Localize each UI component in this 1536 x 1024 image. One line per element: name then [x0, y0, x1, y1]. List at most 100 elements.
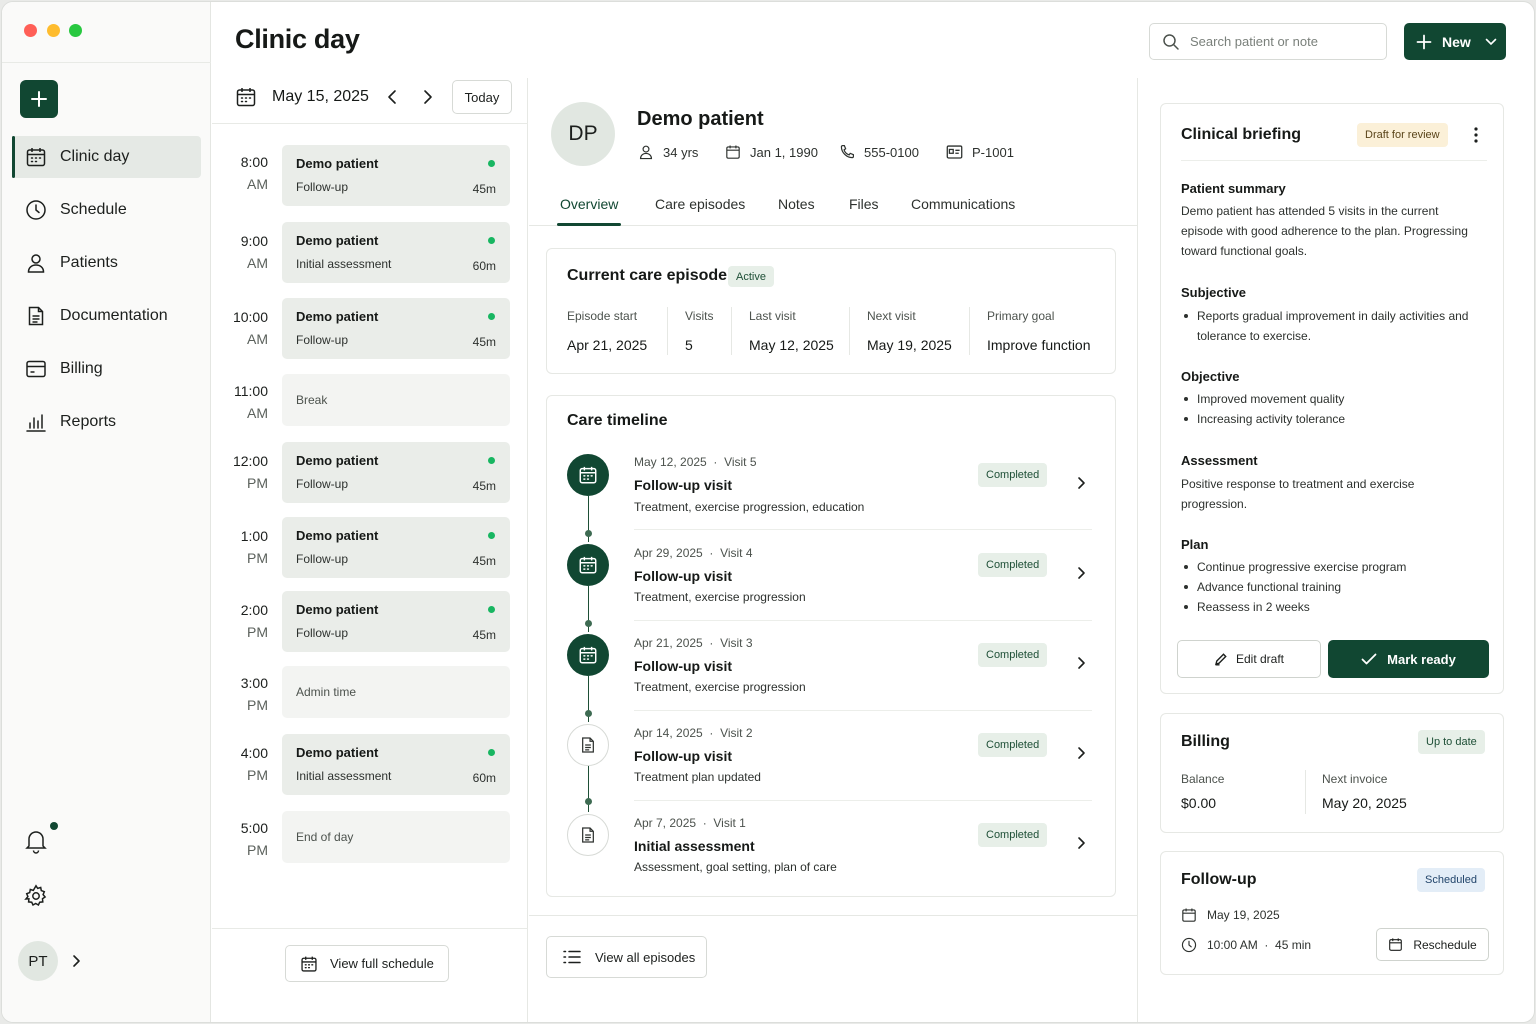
- tab-overview[interactable]: Overview: [560, 196, 618, 212]
- visit-number: Visit 5: [724, 455, 757, 469]
- chevron-right-icon[interactable]: [1075, 475, 1087, 491]
- age-value: 34 yrs: [663, 144, 699, 160]
- tab-files[interactable]: Files: [849, 196, 879, 212]
- status-badge: Draft for review: [1357, 123, 1448, 147]
- clock-icon: [24, 198, 48, 222]
- slot-time: 9:00 AM: [212, 230, 268, 274]
- slot-ampm: AM: [247, 255, 268, 271]
- slot-time: 3:00 PM: [212, 672, 268, 716]
- visit-number: Visit 1: [713, 816, 746, 830]
- field-label: Episode start: [567, 309, 638, 323]
- episode-start: Episode start Apr 21, 2025: [567, 309, 647, 353]
- user-initials: PT: [28, 952, 48, 970]
- chevron-right-icon[interactable]: [1075, 565, 1087, 581]
- gear-icon[interactable]: [24, 884, 48, 908]
- timeline-date: Apr 29, 2025 · Visit 4: [634, 546, 753, 560]
- window-maximize-dot[interactable]: [69, 24, 82, 37]
- timeline-node: [567, 724, 609, 766]
- end-of-day-block: End of day: [282, 811, 510, 863]
- view-full-schedule-button[interactable]: View full schedule: [285, 945, 449, 982]
- status-badge: Up to date: [1418, 730, 1485, 754]
- user-icon: [638, 144, 654, 160]
- bell-icon[interactable]: [24, 828, 48, 854]
- sidebar-item-patients[interactable]: Patients: [12, 242, 201, 284]
- mark-ready-button[interactable]: Mark ready: [1328, 640, 1489, 678]
- invoice-label: Next invoice: [1322, 772, 1388, 786]
- sidebar-item-reports[interactable]: Reports: [12, 401, 201, 443]
- briefing-title: Clinical briefing: [1181, 126, 1302, 143]
- slot-time: 10:00 AM: [212, 306, 268, 350]
- plan-list: Continue progressive exercise program Ad…: [1181, 557, 1481, 617]
- edit-draft-button[interactable]: Edit draft: [1177, 640, 1321, 678]
- appointment-card[interactable]: Demo patient Initial assessment 60m: [282, 734, 510, 795]
- tab-notes[interactable]: Notes: [778, 196, 815, 212]
- new-button[interactable]: New: [1404, 23, 1506, 60]
- avatar[interactable]: PT: [18, 941, 58, 981]
- sidebar-item-schedule[interactable]: Schedule: [12, 189, 201, 231]
- summary-heading: Patient summary: [1181, 181, 1286, 196]
- quick-add-button[interactable]: [20, 80, 58, 118]
- slot-hour: 12:00: [232, 453, 268, 469]
- sidebar-item-billing[interactable]: Billing: [12, 348, 201, 390]
- timeline-visit-title[interactable]: Follow-up visit: [634, 658, 732, 674]
- chevron-left-icon[interactable]: [385, 88, 401, 106]
- chevron-right-icon[interactable]: [1075, 835, 1087, 851]
- sidebar-item-clinic-day[interactable]: Clinic day: [12, 136, 201, 178]
- timeline-title: Care timeline: [567, 412, 668, 429]
- chevron-right-icon[interactable]: [419, 88, 435, 106]
- slot-time: 12:00 PM: [212, 450, 268, 494]
- window-minimize-dot[interactable]: [47, 24, 60, 37]
- view-all-episodes-button[interactable]: View all episodes: [546, 936, 707, 978]
- calendar-icon: [24, 145, 48, 169]
- appointment-card[interactable]: Demo patient Follow-up 45m: [282, 591, 510, 652]
- sidebar-item-label: Documentation: [60, 307, 168, 324]
- reschedule-button[interactable]: Reschedule: [1376, 928, 1489, 961]
- calendar-icon[interactable]: [235, 86, 257, 108]
- tab-communications[interactable]: Communications: [911, 196, 1015, 212]
- tab-care-episodes[interactable]: Care episodes: [655, 196, 745, 212]
- appointment-card[interactable]: Demo patient Follow-up 45m: [282, 298, 510, 359]
- sidebar-item-label: Schedule: [60, 201, 127, 218]
- timeline-visit-title[interactable]: Follow-up visit: [634, 748, 732, 764]
- block-label: End of day: [296, 830, 354, 844]
- status-dot: [488, 160, 495, 167]
- appointment-type: Follow-up: [296, 477, 349, 491]
- appointment-duration: 45m: [472, 335, 496, 349]
- appointment-card[interactable]: Demo patient Follow-up 45m: [282, 517, 510, 578]
- appointment-type: Follow-up: [296, 333, 349, 347]
- appointment-card[interactable]: Demo patient Initial assessment 60m: [282, 222, 510, 283]
- appointment-card[interactable]: Demo patient Follow-up 45m: [282, 145, 510, 206]
- follow-up-card: Follow-up Scheduled May 19, 2025 10:00 A…: [1160, 851, 1504, 975]
- appointment-card[interactable]: Demo patient Follow-up 45m: [282, 442, 510, 503]
- break-block[interactable]: Break: [282, 374, 510, 426]
- visit-date: Apr 21, 2025: [634, 636, 703, 650]
- window-close-dot[interactable]: [24, 24, 37, 37]
- timeline-visit-title[interactable]: Follow-up visit: [634, 477, 732, 493]
- visit-number: Visit 3: [720, 636, 753, 650]
- field-label: Next visit: [867, 309, 916, 323]
- field-value: 5: [685, 337, 693, 353]
- divider: [634, 620, 1092, 621]
- field-value: Improve function: [987, 337, 1091, 353]
- timeline-visit-title[interactable]: Initial assessment: [634, 838, 755, 854]
- timeline-visit-title[interactable]: Follow-up visit: [634, 568, 732, 584]
- block-label: Break: [296, 393, 328, 407]
- billing-title: Billing: [1181, 733, 1230, 750]
- phone-icon: [839, 144, 855, 160]
- appointment-patient: Demo patient: [296, 233, 379, 248]
- patient-tabs: Overview Care episodes Notes Files Commu…: [529, 190, 1138, 226]
- status-badge: Completed: [978, 823, 1048, 847]
- sidebar-item-documentation[interactable]: Documentation: [12, 295, 201, 337]
- search-input[interactable]: Search patient or note: [1149, 23, 1387, 60]
- more-vertical-icon[interactable]: [1473, 126, 1479, 144]
- today-button[interactable]: Today: [452, 80, 512, 114]
- visit-date: Apr 14, 2025: [634, 726, 703, 740]
- chevron-right-icon[interactable]: [70, 954, 82, 968]
- admin-block[interactable]: Admin time: [282, 666, 510, 718]
- status-dot: [488, 606, 495, 613]
- document-icon: [24, 304, 48, 328]
- chevron-right-icon[interactable]: [1075, 745, 1087, 761]
- slot-time: 4:00 PM: [212, 742, 268, 786]
- chevron-right-icon[interactable]: [1075, 655, 1087, 671]
- timeline-node: [567, 454, 609, 496]
